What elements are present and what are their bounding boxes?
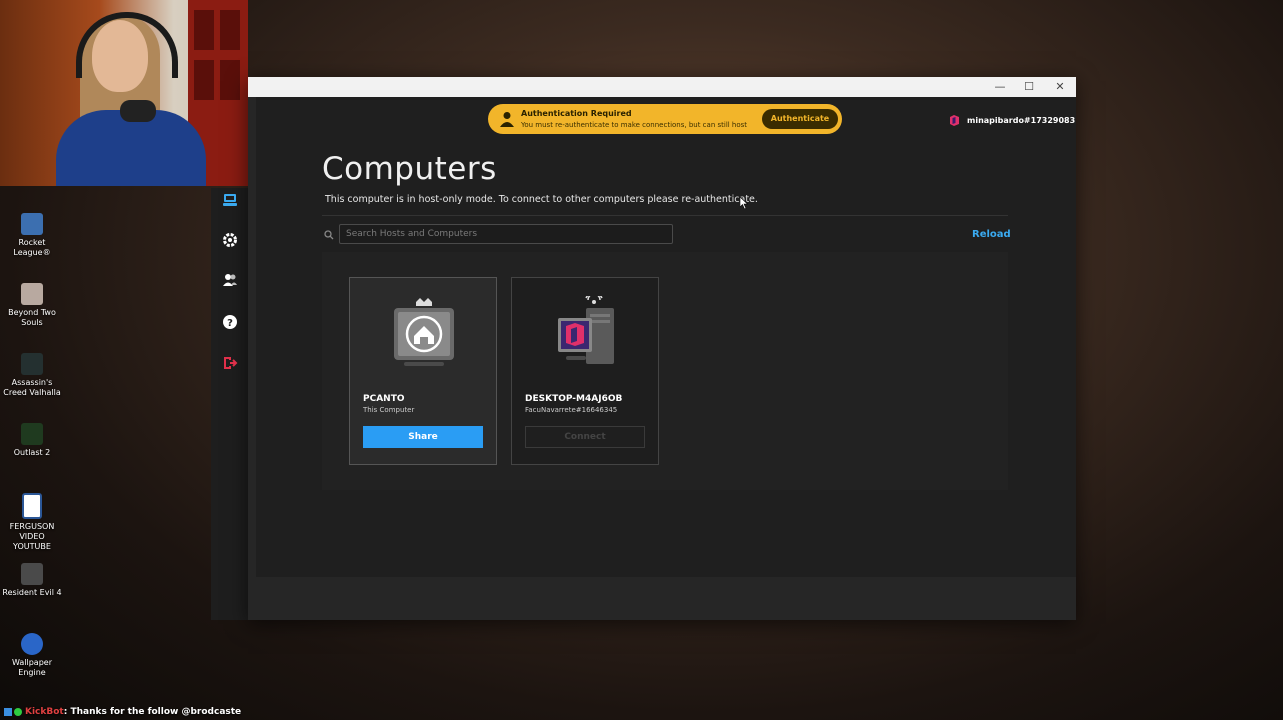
divider: [322, 215, 1008, 216]
headset-icon: [76, 12, 178, 78]
host-computer-icon: [394, 298, 454, 366]
minimize-button[interactable]: —: [993, 80, 1007, 94]
assassins-creed-icon: [21, 353, 43, 375]
chat-username: KickBot: [25, 707, 64, 717]
computer-card-remote[interactable]: DESKTOP-M4AJ6OB FacuNavarrete#16646345 C…: [511, 277, 659, 465]
computer-name: DESKTOP-M4AJ6OB: [525, 394, 623, 404]
title-bar[interactable]: — ☐ ✕: [248, 77, 1076, 97]
share-button[interactable]: Share: [363, 426, 483, 448]
parsec-window: — ☐ ✕ ? Authentication Required You must…: [222, 77, 1076, 620]
computer-card-host[interactable]: PCANTO This Computer Share: [349, 277, 497, 465]
rocket-league-icon: [21, 213, 43, 235]
search-input[interactable]: [339, 224, 673, 244]
word-document-icon: [22, 493, 42, 519]
authenticate-button[interactable]: Authenticate: [762, 109, 838, 129]
kick-badge-icon: [4, 707, 12, 716]
desktop-icon-beyond-two-souls[interactable]: Beyond Two Souls: [0, 283, 64, 328]
auth-banner: Authentication Required You must re-auth…: [488, 104, 842, 134]
auth-title: Authentication Required: [521, 109, 632, 118]
computer-meta: This Computer: [363, 406, 415, 414]
desktop-icon-outlast[interactable]: Outlast 2: [0, 423, 64, 458]
webcam-overlay: [0, 0, 248, 186]
username: minapibardo#17329083: [967, 116, 1076, 125]
help-icon: ?: [222, 315, 237, 329]
chat-message: : Thanks for the follow @brodcaste: [63, 707, 242, 717]
remote-computer-icon: [558, 296, 614, 364]
sidebar-item-friends[interactable]: [211, 267, 248, 293]
auth-message: You must re-authenticate to make connect…: [521, 121, 748, 129]
maximize-button[interactable]: ☐: [1022, 80, 1036, 94]
user-account[interactable]: minapibardo#17329083: [950, 115, 1075, 126]
app-content: ? Authentication Required You must re-au…: [222, 97, 1076, 620]
desktop-icon-rocket-league[interactable]: Rocket League®: [0, 213, 64, 258]
desktop-icon-resident-evil[interactable]: Resident Evil 4: [0, 563, 64, 598]
parsec-logo-icon: [950, 115, 959, 126]
logout-icon: [223, 357, 237, 369]
computer-icon: [222, 194, 237, 206]
microphone-icon: [120, 100, 156, 122]
page-title: Computers: [322, 151, 497, 187]
outlast-icon: [21, 423, 43, 445]
search-icon: [324, 230, 334, 240]
chat-overlay: KickBot: Thanks for the follow @brodcast…: [0, 704, 264, 720]
users-icon: [222, 274, 237, 286]
wallpaper-engine-icon: [21, 633, 43, 655]
svg-text:?: ?: [227, 318, 233, 329]
gear-icon: [222, 233, 237, 247]
person-icon: [500, 112, 514, 127]
sidebar-item-settings[interactable]: [211, 227, 248, 253]
mouse-cursor-icon: [740, 197, 748, 209]
close-button[interactable]: ✕: [1053, 80, 1067, 94]
resident-evil-icon: [21, 563, 43, 585]
sidebar-item-computers[interactable]: [211, 187, 248, 213]
reload-button[interactable]: Reload: [972, 229, 1011, 240]
page-subtitle: This computer is in host-only mode. To c…: [325, 194, 758, 205]
beyond-two-souls-icon: [21, 283, 43, 305]
desktop-icon-assassins-creed[interactable]: Assassin's Creed Valhalla: [0, 353, 64, 398]
connect-button[interactable]: Connect: [525, 426, 645, 448]
desktop-icon-wallpaper-engine[interactable]: Wallpaper Engine: [0, 633, 64, 678]
computer-name: PCANTO: [363, 394, 405, 404]
verified-badge-icon: [14, 707, 22, 716]
desktop-icon-ferguson-doc[interactable]: FERGUSON VIDEO YOUTUBE: [0, 493, 64, 552]
sidebar-item-logout[interactable]: [211, 350, 248, 376]
computer-meta: FacuNavarrete#16646345: [525, 406, 618, 414]
computers-panel: PCANTO This Computer Share DESKTOP-M4AJ6…: [322, 252, 1008, 490]
sidebar-item-help[interactable]: ?: [211, 309, 248, 335]
